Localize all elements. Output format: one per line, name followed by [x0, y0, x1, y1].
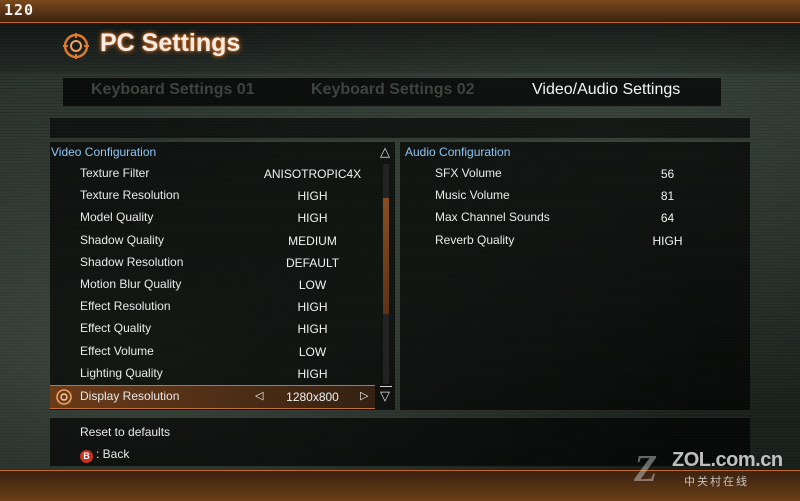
setting-value: HIGH [297, 300, 328, 314]
audio-configuration-panel: Audio Configuration SFX Volume 56 Music … [400, 142, 750, 410]
back-button[interactable]: B: Back [80, 447, 129, 463]
setting-label: Motion Blur Quality [80, 277, 182, 291]
b-button-icon: B [80, 450, 93, 463]
setting-row-effect-resolution[interactable]: Effect Resolution HIGH [50, 296, 375, 318]
setting-value: HIGH [652, 234, 683, 248]
setting-row-effect-volume[interactable]: Effect Volume LOW [50, 341, 375, 363]
setting-row-display-resolution[interactable]: Display Resolution ◁ 1280x800 ▷ [50, 385, 375, 409]
setting-row-max-channel-sounds[interactable]: Max Channel Sounds 64 [400, 207, 750, 229]
setting-label: Shadow Quality [80, 233, 165, 247]
setting-row-music-volume[interactable]: Music Volume 81 [400, 185, 750, 207]
crosshair-ring-icon [63, 33, 89, 59]
setting-row-motion-blur-quality[interactable]: Motion Blur Quality LOW [50, 274, 375, 296]
setting-row-shadow-resolution[interactable]: Shadow Resolution DEFAULT [50, 252, 375, 274]
scrollbar-thumb[interactable] [383, 198, 389, 314]
setting-label: Effect Volume [80, 344, 154, 358]
setting-label: Effect Resolution [80, 299, 171, 313]
setting-row-texture-resolution[interactable]: Texture Resolution HIGH [50, 185, 375, 207]
setting-label: Max Channel Sounds [435, 210, 550, 224]
video-configuration-panel: Video Configuration Texture Filter ANISO… [50, 142, 395, 410]
setting-label: Texture Filter [80, 166, 150, 180]
setting-label: Model Quality [80, 210, 154, 224]
setting-row-shadow-quality[interactable]: Shadow Quality MEDIUM [50, 230, 375, 252]
tab-keyboard-settings-01[interactable]: Keyboard Settings 01 [91, 81, 255, 99]
watermark-subtext: 中关村在线 [684, 475, 749, 488]
page-title: PC Settings [100, 29, 241, 57]
section-heading-video: Video Configuration [51, 145, 157, 159]
setting-label: Effect Quality [80, 321, 152, 335]
setting-value: 56 [660, 167, 675, 181]
setting-label: Display Resolution [80, 389, 180, 403]
scroll-down-icon[interactable]: ▽ [378, 390, 392, 404]
setting-label: Shadow Resolution [80, 255, 184, 269]
setting-label: Texture Resolution [80, 188, 180, 202]
setting-value: HIGH [297, 367, 328, 381]
section-heading-audio: Audio Configuration [405, 145, 511, 159]
setting-row-model-quality[interactable]: Model Quality HIGH [50, 207, 375, 229]
setting-label: SFX Volume [435, 166, 502, 180]
watermark-text: ZOL.com.cn [672, 449, 783, 471]
site-watermark: Z ZOL.com.cn 中关村在线 [632, 447, 796, 493]
setting-row-lighting-quality[interactable]: Lighting Quality HIGH [50, 363, 375, 385]
tab-keyboard-settings-02[interactable]: Keyboard Settings 02 [311, 81, 475, 99]
top-hud-bar: 120 [0, 0, 800, 23]
setting-value: MEDIUM [288, 234, 337, 248]
setting-label: Music Volume [435, 188, 510, 202]
scroll-up-icon[interactable]: △ [378, 146, 392, 160]
fps-counter: 120 [4, 1, 35, 19]
setting-label: Reverb Quality [435, 233, 515, 247]
setting-row-sfx-volume[interactable]: SFX Volume 56 [400, 163, 750, 185]
reset-to-defaults-button[interactable]: Reset to defaults [80, 425, 170, 439]
setting-value: 81 [660, 189, 675, 203]
tab-bar: Keyboard Settings 01 Keyboard Settings 0… [63, 78, 721, 106]
selection-cursor-icon [56, 389, 72, 405]
setting-label: Lighting Quality [80, 366, 163, 380]
description-strip [50, 118, 750, 138]
setting-row-texture-filter[interactable]: Texture Filter ANISOTROPIC4X [50, 163, 375, 185]
setting-row-reverb-quality[interactable]: Reverb Quality HIGH [400, 230, 750, 252]
setting-value: LOW [298, 278, 327, 292]
setting-value: HIGH [297, 322, 328, 336]
setting-value: LOW [298, 345, 327, 359]
scrollbar-end-divider [380, 386, 392, 387]
setting-value: 64 [660, 211, 675, 225]
setting-value: ANISOTROPIC4X [263, 167, 362, 181]
back-label: : Back [96, 447, 130, 461]
setting-value: HIGH [297, 211, 328, 225]
setting-value: HIGH [297, 189, 328, 203]
setting-row-effect-quality[interactable]: Effect Quality HIGH [50, 318, 375, 340]
arrow-right-icon[interactable]: ▷ [360, 389, 368, 402]
setting-value: DEFAULT [285, 256, 340, 270]
watermark-logo: Z [634, 448, 658, 490]
tab-video-audio-settings[interactable]: Video/Audio Settings [532, 81, 680, 99]
